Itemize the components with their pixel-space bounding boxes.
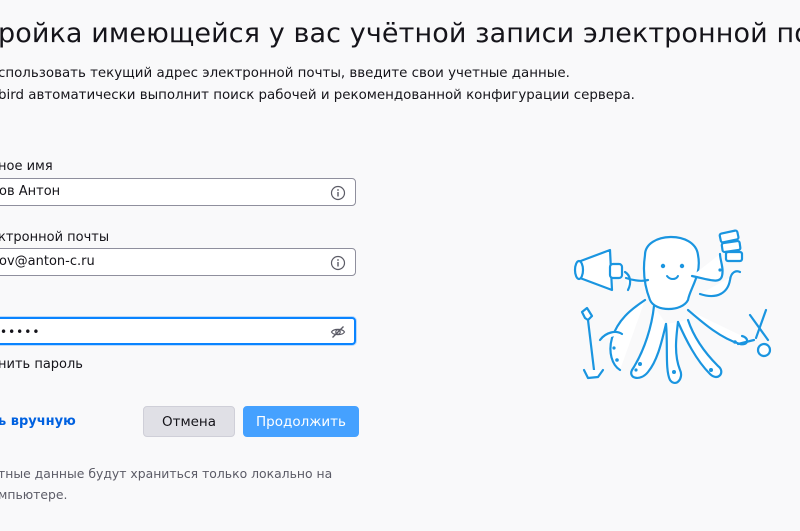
octopus-mascot-illustration <box>573 229 772 385</box>
page-title: ройка имеющейся у вас учётной записи эле… <box>0 18 800 49</box>
storage-note-line2: мпьютере. <box>0 487 68 502</box>
info-icon[interactable] <box>330 185 346 201</box>
email-field-value: ov@anton-c.ru <box>0 254 95 269</box>
intro-text-line2: bird автоматически выполнит поиск рабоче… <box>0 88 635 103</box>
info-icon[interactable] <box>330 255 346 271</box>
eye-slash-icon[interactable] <box>330 324 346 340</box>
name-label: ное имя <box>0 159 53 174</box>
continue-button[interactable]: Продолжить <box>243 406 359 437</box>
storage-note-line1: тные данные будут храниться только локал… <box>0 466 333 481</box>
name-field-value: ов Антон <box>0 184 61 199</box>
intro-text-line1: спользовать текущий адрес электронной по… <box>0 66 570 81</box>
password-field-value: ••••• <box>0 325 41 339</box>
password-field[interactable]: ••••• <box>0 317 356 345</box>
name-field[interactable]: ов Антон <box>0 178 356 206</box>
email-field[interactable]: ov@anton-c.ru <box>0 248 356 276</box>
remember-password-checkbox[interactable]: нить пароль <box>0 357 83 372</box>
cancel-button[interactable]: Отмена <box>143 406 235 437</box>
email-label: ктронной почты <box>0 230 110 245</box>
manual-config-link[interactable]: ь вручную <box>0 414 76 429</box>
